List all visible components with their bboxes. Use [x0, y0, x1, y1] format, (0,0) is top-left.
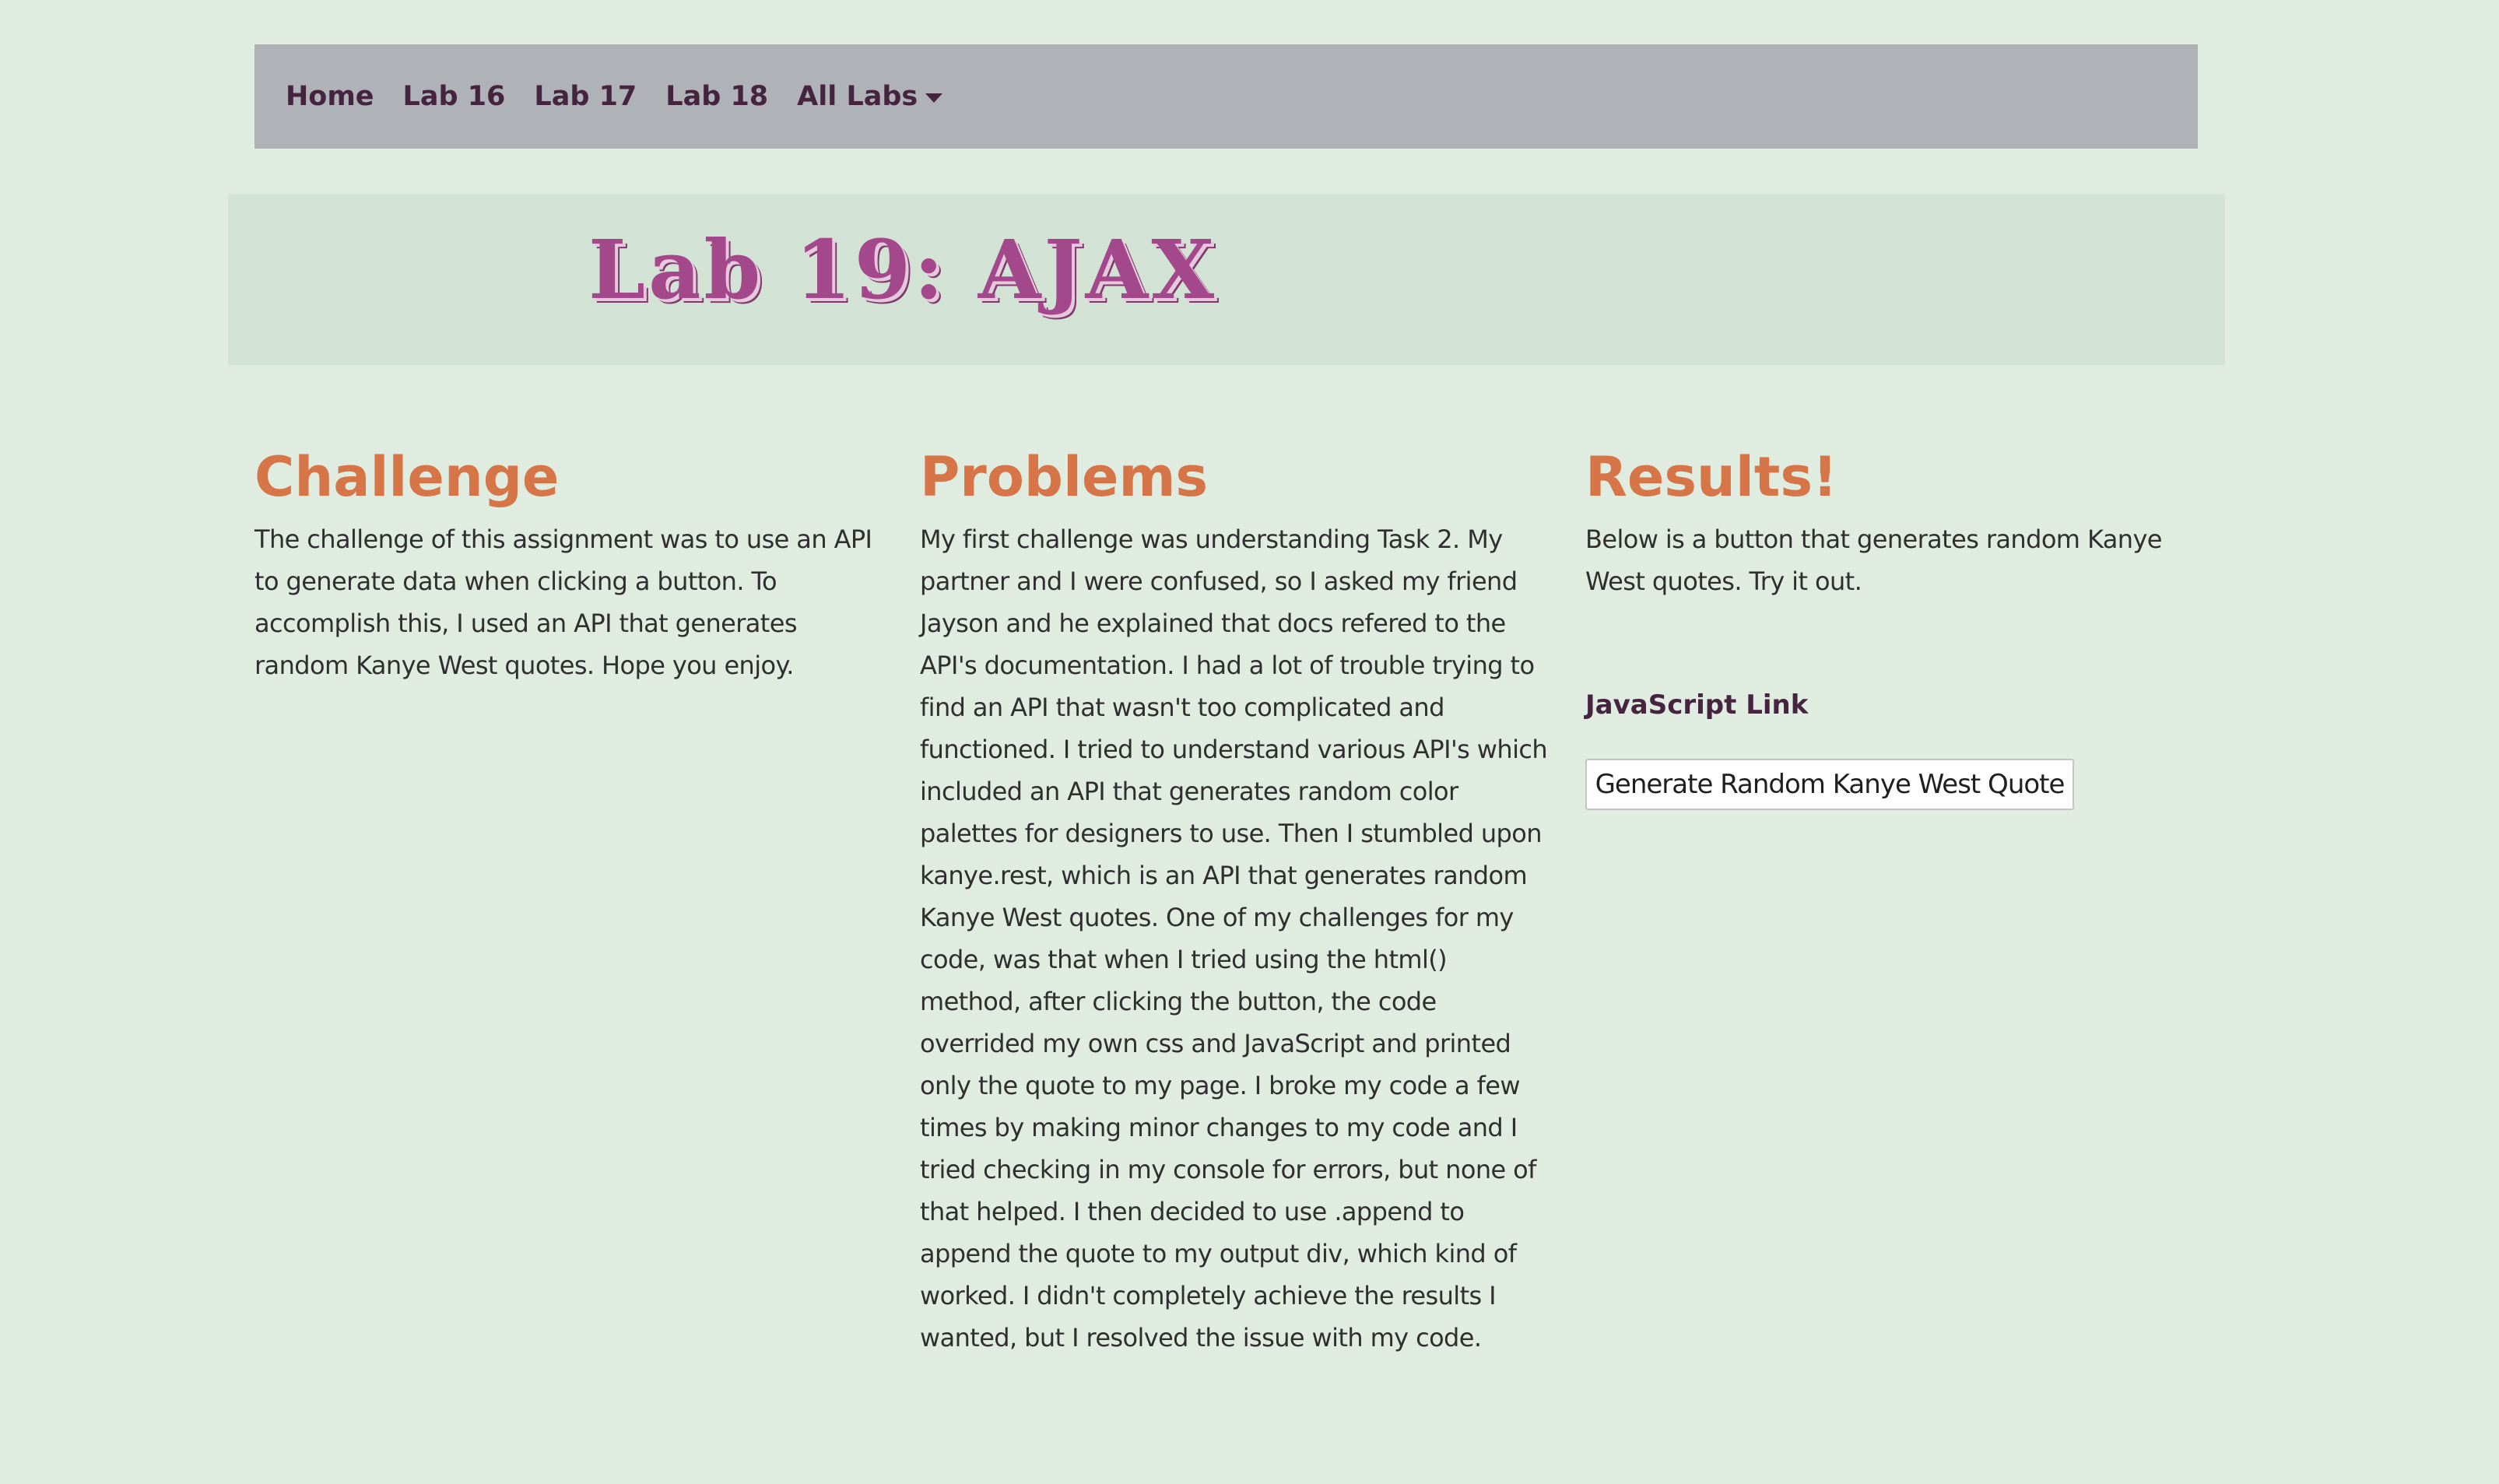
header-banner [228, 194, 2225, 365]
nav-link-lab-16[interactable]: Lab 16 [403, 81, 506, 112]
results-text: Below is a button that generates random … [1585, 524, 2162, 596]
nav-link-home[interactable]: Home [286, 81, 374, 112]
top-navbar: Home Lab 16 Lab 17 Lab 18 All Labs [254, 44, 2198, 149]
challenge-heading: Challenge [254, 445, 560, 509]
nav-link-lab-18[interactable]: Lab 18 [665, 81, 768, 112]
challenge-section: Challenge The challenge of this assignme… [254, 436, 877, 686]
nav-link-lab-17[interactable]: Lab 17 [534, 81, 637, 112]
caret-down-icon [925, 93, 943, 103]
problems-heading: Problems [920, 445, 1209, 509]
nav-dropdown-all-labs[interactable]: All Labs [797, 81, 943, 112]
challenge-text: The challenge of this assignment was to … [254, 524, 872, 680]
nav-dropdown-all-labs-label: All Labs [797, 81, 918, 112]
problems-text: My first challenge was understanding Tas… [920, 524, 1548, 1352]
javascript-link[interactable]: JavaScript Link [1585, 689, 1808, 721]
problems-section: Problems My first challenge was understa… [920, 436, 1550, 1359]
generate-quote-button[interactable]: Generate Random Kanye West Quote [1585, 759, 2074, 810]
page-title: Lab 19: AJAX [588, 222, 1218, 317]
results-section: Results! Below is a button that generate… [1585, 436, 2200, 602]
results-heading: Results! [1585, 445, 1837, 509]
